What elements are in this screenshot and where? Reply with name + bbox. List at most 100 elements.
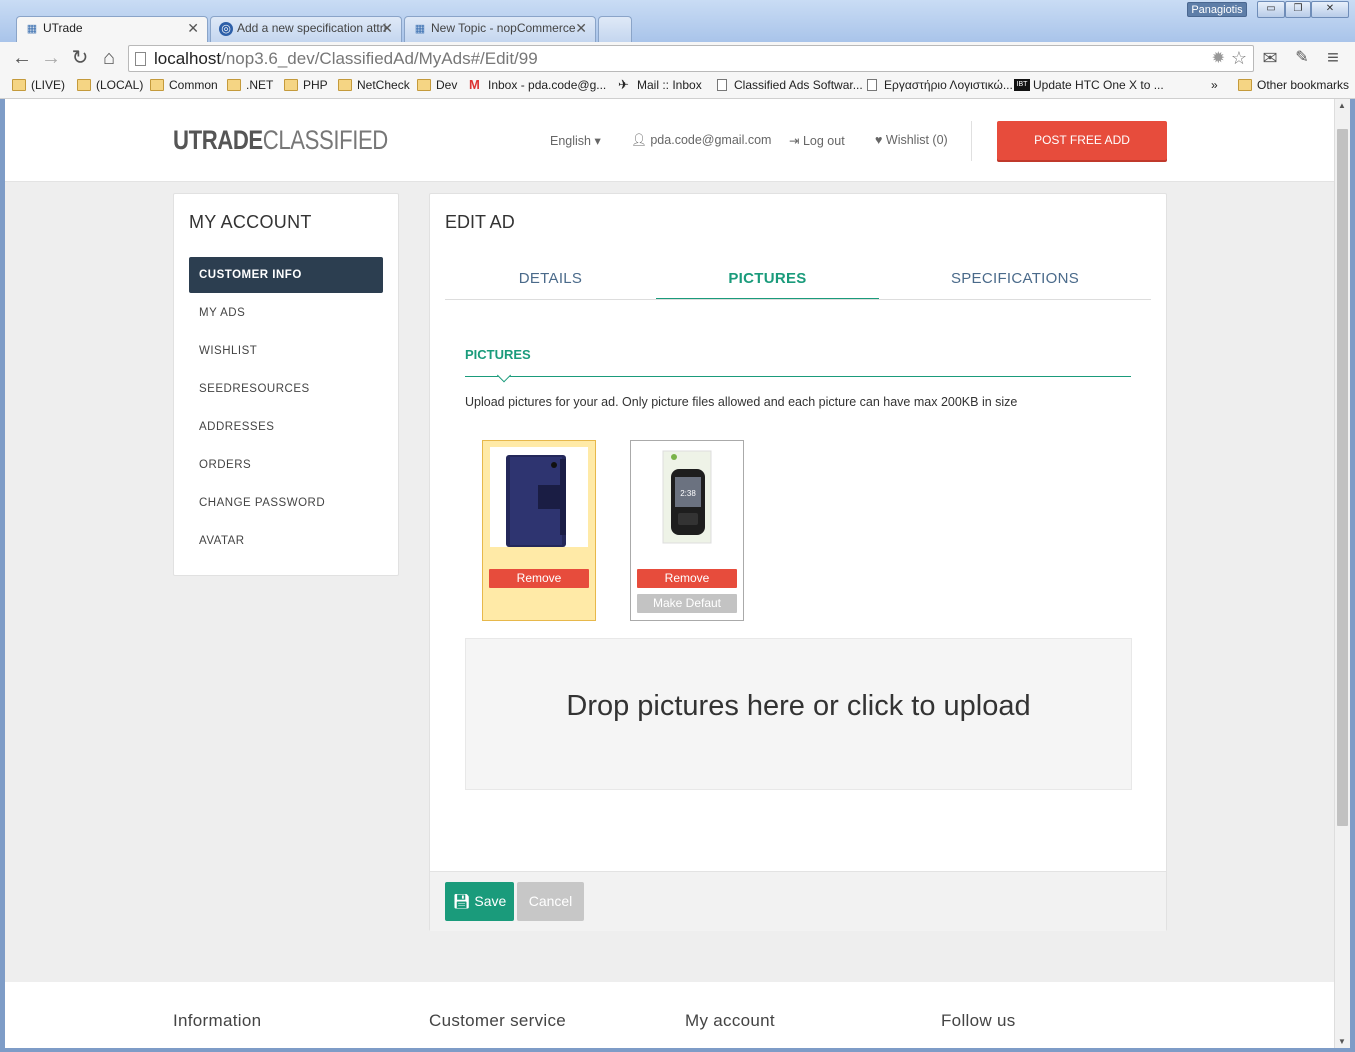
site-logo[interactable]: UTRADECLASSIFIED bbox=[173, 125, 388, 156]
bookmark-mail[interactable]: ✈ Mail :: Inbox bbox=[618, 78, 702, 92]
tab-pictures[interactable]: PICTURES bbox=[656, 266, 879, 300]
folder-icon bbox=[417, 79, 431, 91]
email-label: pda.code@gmail.com bbox=[650, 133, 772, 147]
profile-badge[interactable]: Panagiotis bbox=[1187, 2, 1247, 17]
scroll-up-icon[interactable]: ▲ bbox=[1338, 101, 1346, 110]
wishlist-link[interactable]: ♥ Wishlist (0) bbox=[875, 133, 948, 147]
menu-icon[interactable]: ≡ bbox=[1322, 47, 1344, 69]
cancel-button[interactable]: Cancel bbox=[517, 882, 584, 921]
bookmark-label: Classified Ads Softwar... bbox=[734, 78, 863, 92]
maximize-button[interactable]: ❐ bbox=[1285, 1, 1311, 18]
save-button[interactable]: 💾︎ Save bbox=[445, 882, 514, 921]
bookmark-label: Εργαστήριο Λογιστικώ... bbox=[884, 78, 1013, 92]
bookmark-page[interactable]: Classified Ads Softwar... bbox=[715, 78, 863, 92]
bookmark-folder[interactable]: (LOCAL) bbox=[77, 78, 143, 92]
tab-specification[interactable]: ◎ Add a new specification attri ✕ bbox=[210, 16, 402, 42]
make-default-button[interactable]: Make Defaut bbox=[637, 594, 737, 613]
account-email-link[interactable]: 👤︎ pda.code@gmail.com bbox=[631, 133, 771, 148]
sidebar-item-my-ads[interactable]: MY ADS bbox=[189, 295, 383, 331]
sidebar-item-customer-info[interactable]: CUSTOMER INFO bbox=[189, 257, 383, 293]
tab-label: UTrade bbox=[43, 21, 83, 35]
logout-icon: ⇥ bbox=[789, 134, 800, 148]
bookmark-label: Common bbox=[169, 78, 218, 92]
minimize-button[interactable]: ▭ bbox=[1257, 1, 1285, 18]
save-icon: 💾︎ bbox=[452, 893, 471, 909]
folder-icon bbox=[77, 79, 91, 91]
bookmark-label: Inbox - pda.code@g... bbox=[488, 78, 607, 92]
bookmark-star-icon[interactable]: ☆ bbox=[1231, 46, 1247, 71]
remove-picture-button[interactable]: Remove bbox=[637, 569, 737, 588]
address-bar[interactable]: localhost/nop3.6_dev/ClassifiedAd/MyAds#… bbox=[128, 45, 1254, 72]
header-divider bbox=[971, 121, 972, 161]
scrollbar-thumb[interactable] bbox=[1337, 129, 1348, 826]
edit-actions-bar: 💾︎ Save Cancel bbox=[430, 871, 1166, 931]
sidebar-item-avatar[interactable]: AVATAR bbox=[189, 523, 383, 559]
dropzone-label: Drop pictures here or click to upload bbox=[566, 690, 1031, 722]
page-scrollbar[interactable]: ▲ ▼ bbox=[1334, 99, 1350, 1048]
logout-link[interactable]: ⇥ Log out bbox=[789, 133, 845, 148]
tab-details[interactable]: DETAILS bbox=[445, 266, 656, 300]
scroll-down-icon[interactable]: ▼ bbox=[1338, 1037, 1346, 1046]
folder-icon bbox=[284, 79, 298, 91]
bookmark-folder[interactable]: NetCheck bbox=[338, 78, 410, 92]
bookmarks-overflow[interactable]: » bbox=[1196, 78, 1218, 92]
tab-label: Add a new specification attri bbox=[237, 21, 387, 35]
pictures-rule bbox=[465, 376, 1131, 377]
sidebar-item-seedresources[interactable]: SEEDRESOURCES bbox=[189, 371, 383, 407]
edit-ad-title: EDIT AD bbox=[445, 212, 515, 232]
picture-thumb[interactable]: 2:38 Remove Make Defaut bbox=[630, 440, 744, 621]
reload-icon[interactable]: ↻ bbox=[69, 47, 91, 69]
tabs-divider bbox=[445, 299, 1151, 300]
bookmark-page[interactable]: Εργαστήριο Λογιστικώ... bbox=[865, 78, 1013, 92]
language-selector[interactable]: English ▾ bbox=[550, 133, 601, 148]
close-tab-icon[interactable]: ✕ bbox=[575, 20, 587, 37]
tab-new-topic[interactable]: ▦ New Topic - nopCommerce ✕ bbox=[404, 16, 596, 42]
extension-icon[interactable]: ✹ bbox=[1212, 46, 1225, 71]
close-tab-icon[interactable]: ✕ bbox=[187, 20, 199, 37]
upload-dropzone[interactable]: Drop pictures here or click to upload bbox=[465, 638, 1132, 790]
save-label: Save bbox=[474, 893, 507, 909]
tab-utrade[interactable]: ▦ UTrade ✕ bbox=[16, 16, 208, 42]
bookmark-folder[interactable]: PHP bbox=[284, 78, 328, 92]
page-viewport: UTRADECLASSIFIED English ▾ 👤︎ pda.code@g… bbox=[5, 99, 1334, 1048]
folder-icon bbox=[338, 79, 352, 91]
bookmark-folder[interactable]: .NET bbox=[227, 78, 273, 92]
logo-light: CLASSIFIED bbox=[262, 125, 388, 155]
new-tab-button[interactable] bbox=[598, 16, 632, 42]
post-free-add-button[interactable]: POST FREE ADD bbox=[997, 121, 1167, 160]
bookmark-label: (LIVE) bbox=[31, 78, 66, 92]
gmail-icon: M bbox=[469, 77, 480, 92]
account-title: MY ACCOUNT bbox=[189, 212, 312, 232]
bookmark-gmail[interactable]: M Inbox - pda.code@g... bbox=[469, 78, 606, 92]
tab-specifications[interactable]: SPECIFICATIONS bbox=[879, 266, 1151, 300]
picture-thumb-default[interactable]: Remove bbox=[482, 440, 596, 621]
folder-icon bbox=[12, 79, 26, 91]
forward-icon[interactable]: → bbox=[40, 47, 62, 69]
bookmark-folder[interactable]: Other bookmarks bbox=[1238, 78, 1349, 92]
bookmark-ibt[interactable]: IBT Update HTC One X to ... bbox=[1014, 78, 1164, 92]
utrade-favicon-icon: ▦ bbox=[26, 23, 38, 35]
mail-client-icon: ✈ bbox=[618, 77, 629, 92]
url-path: /nop3.6_dev/ClassifiedAd/MyAds#/Edit/99 bbox=[221, 49, 538, 68]
sidebar-item-change-password[interactable]: CHANGE PASSWORD bbox=[189, 485, 383, 521]
heart-icon: ♥ bbox=[875, 133, 883, 147]
tools-icon[interactable]: ✎ bbox=[1291, 47, 1313, 69]
bookmark-folder[interactable]: Dev bbox=[417, 78, 457, 92]
remove-picture-button[interactable]: Remove bbox=[489, 569, 589, 588]
bookmark-folder[interactable]: Common bbox=[150, 78, 218, 92]
pictures-description: Upload pictures for your ad. Only pictur… bbox=[465, 395, 1018, 409]
home-icon[interactable]: ⌂ bbox=[98, 47, 120, 69]
close-window-button[interactable]: ✕ bbox=[1311, 1, 1349, 18]
bookmark-label: Update HTC One X to ... bbox=[1033, 78, 1164, 92]
sidebar-item-orders[interactable]: ORDERS bbox=[189, 447, 383, 483]
utrade-favicon-icon: ▦ bbox=[414, 23, 426, 35]
bookmark-label: Mail :: Inbox bbox=[637, 78, 702, 92]
edit-ad-panel: EDIT AD DETAILS PICTURES SPECIFICATIONS … bbox=[429, 193, 1167, 931]
close-tab-icon[interactable]: ✕ bbox=[381, 20, 393, 37]
bookmark-folder[interactable]: (LIVE) bbox=[12, 78, 65, 92]
mail-icon[interactable]: ✉ bbox=[1259, 47, 1281, 69]
sidebar-item-wishlist[interactable]: WISHLIST bbox=[189, 333, 383, 369]
pictures-rule-arrow bbox=[496, 368, 512, 383]
back-icon[interactable]: ← bbox=[11, 47, 33, 69]
sidebar-item-addresses[interactable]: ADDRESSES bbox=[189, 409, 383, 445]
